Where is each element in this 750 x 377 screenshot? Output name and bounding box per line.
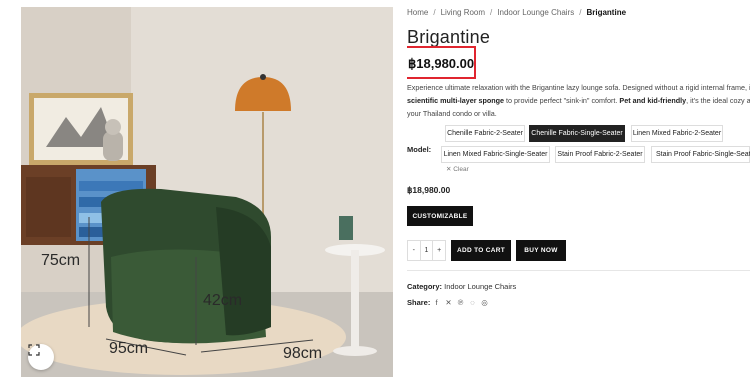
- clear-variation-link[interactable]: ✕ Clear: [446, 165, 469, 173]
- instagram-icon[interactable]: ◎: [481, 298, 488, 307]
- breadcrumb-indoor-lounge-chairs[interactable]: Indoor Lounge Chairs: [497, 8, 574, 17]
- variation-option[interactable]: Stain Proof Fabric-2-Seater: [555, 146, 645, 163]
- dimension-width: 98cm: [283, 345, 323, 362]
- category-label: Category:: [407, 282, 443, 291]
- breadcrumb-separator: /: [579, 8, 582, 17]
- share-links: f ✕ ℗ ◌ ◎: [433, 298, 488, 307]
- description-text: , it's the ideal cozy addit: [686, 96, 750, 105]
- divider: [407, 270, 750, 271]
- variation-option[interactable]: Linen Mixed Fabric-2-Seater: [631, 125, 723, 142]
- share-label: Share:: [407, 298, 430, 307]
- product-summary: Home / Living Room / Indoor Lounge Chairs / Br…: [407, 0, 750, 377]
- qty-plus-button[interactable]: +: [433, 241, 445, 260]
- product-photo: [21, 7, 393, 377]
- expand-icon: [28, 344, 40, 356]
- breadcrumb-separator: /: [433, 8, 436, 17]
- category-link[interactable]: Indoor Lounge Chairs: [444, 282, 516, 291]
- variation-option-selected[interactable]: Chenille Fabric-Single-Seater: [529, 125, 625, 142]
- facebook-icon[interactable]: f: [433, 298, 440, 307]
- qty-input[interactable]: 1: [419, 241, 434, 260]
- dimension-seat-height: 42cm: [203, 292, 243, 309]
- add-to-cart-button[interactable]: ADD TO CART: [451, 240, 511, 261]
- breadcrumb-current: Brigantine: [586, 8, 627, 17]
- whatsapp-icon[interactable]: ◌: [469, 298, 476, 307]
- pinterest-icon[interactable]: ℗: [457, 298, 464, 307]
- product-title: Brigantine: [407, 27, 491, 47]
- breadcrumb-living-room[interactable]: Living Room: [441, 8, 485, 17]
- variation-label: Model:: [407, 145, 432, 154]
- variation-option[interactable]: Linen Mixed Fabric-Single-Seater: [441, 146, 550, 163]
- zoom-button[interactable]: [28, 344, 54, 370]
- dimension-height: 75cm: [41, 252, 81, 269]
- variation-option[interactable]: Chenille Fabric-2-Seater: [445, 125, 525, 142]
- clear-label: Clear: [453, 166, 469, 173]
- qty-minus-button[interactable]: -: [408, 241, 420, 260]
- close-icon: ✕: [446, 166, 452, 173]
- breadcrumb: Home / Living Room / Indoor Lounge Chairs / Br…: [407, 8, 626, 17]
- description-text: your Thailand condo or villa.: [407, 109, 497, 118]
- product-image[interactable]: 75cm 42cm 95cm 98cm: [21, 7, 393, 377]
- buy-now-button[interactable]: BUY NOW: [516, 240, 566, 261]
- share-label-text: Share:: [407, 298, 431, 307]
- product-price: ฿18,980.00: [408, 56, 475, 71]
- description-text: Experience ultimate relaxation with the …: [407, 83, 750, 92]
- customizable-button[interactable]: CUSTOMIZABLE: [407, 206, 473, 226]
- x-icon[interactable]: ✕: [445, 298, 452, 307]
- product-category: Category: Indoor Lounge Chairs: [407, 282, 516, 291]
- breadcrumb-home[interactable]: Home: [407, 8, 428, 17]
- selected-variation-price: ฿18,980.00: [407, 185, 451, 195]
- product-description: Experience ultimate relaxation with the …: [407, 81, 750, 120]
- quantity-stepper: - 1 +: [407, 240, 446, 261]
- description-text: to provide perfect "sink-in" comfort.: [504, 96, 620, 105]
- description-bold: Pet and kid-friendly: [619, 96, 687, 105]
- breadcrumb-separator: /: [490, 8, 493, 17]
- variation-option[interactable]: Stain Proof Fabric-Single-Seater: [651, 146, 750, 163]
- dimension-depth: 95cm: [109, 340, 149, 357]
- description-bold: scientific multi-layer sponge: [407, 96, 505, 105]
